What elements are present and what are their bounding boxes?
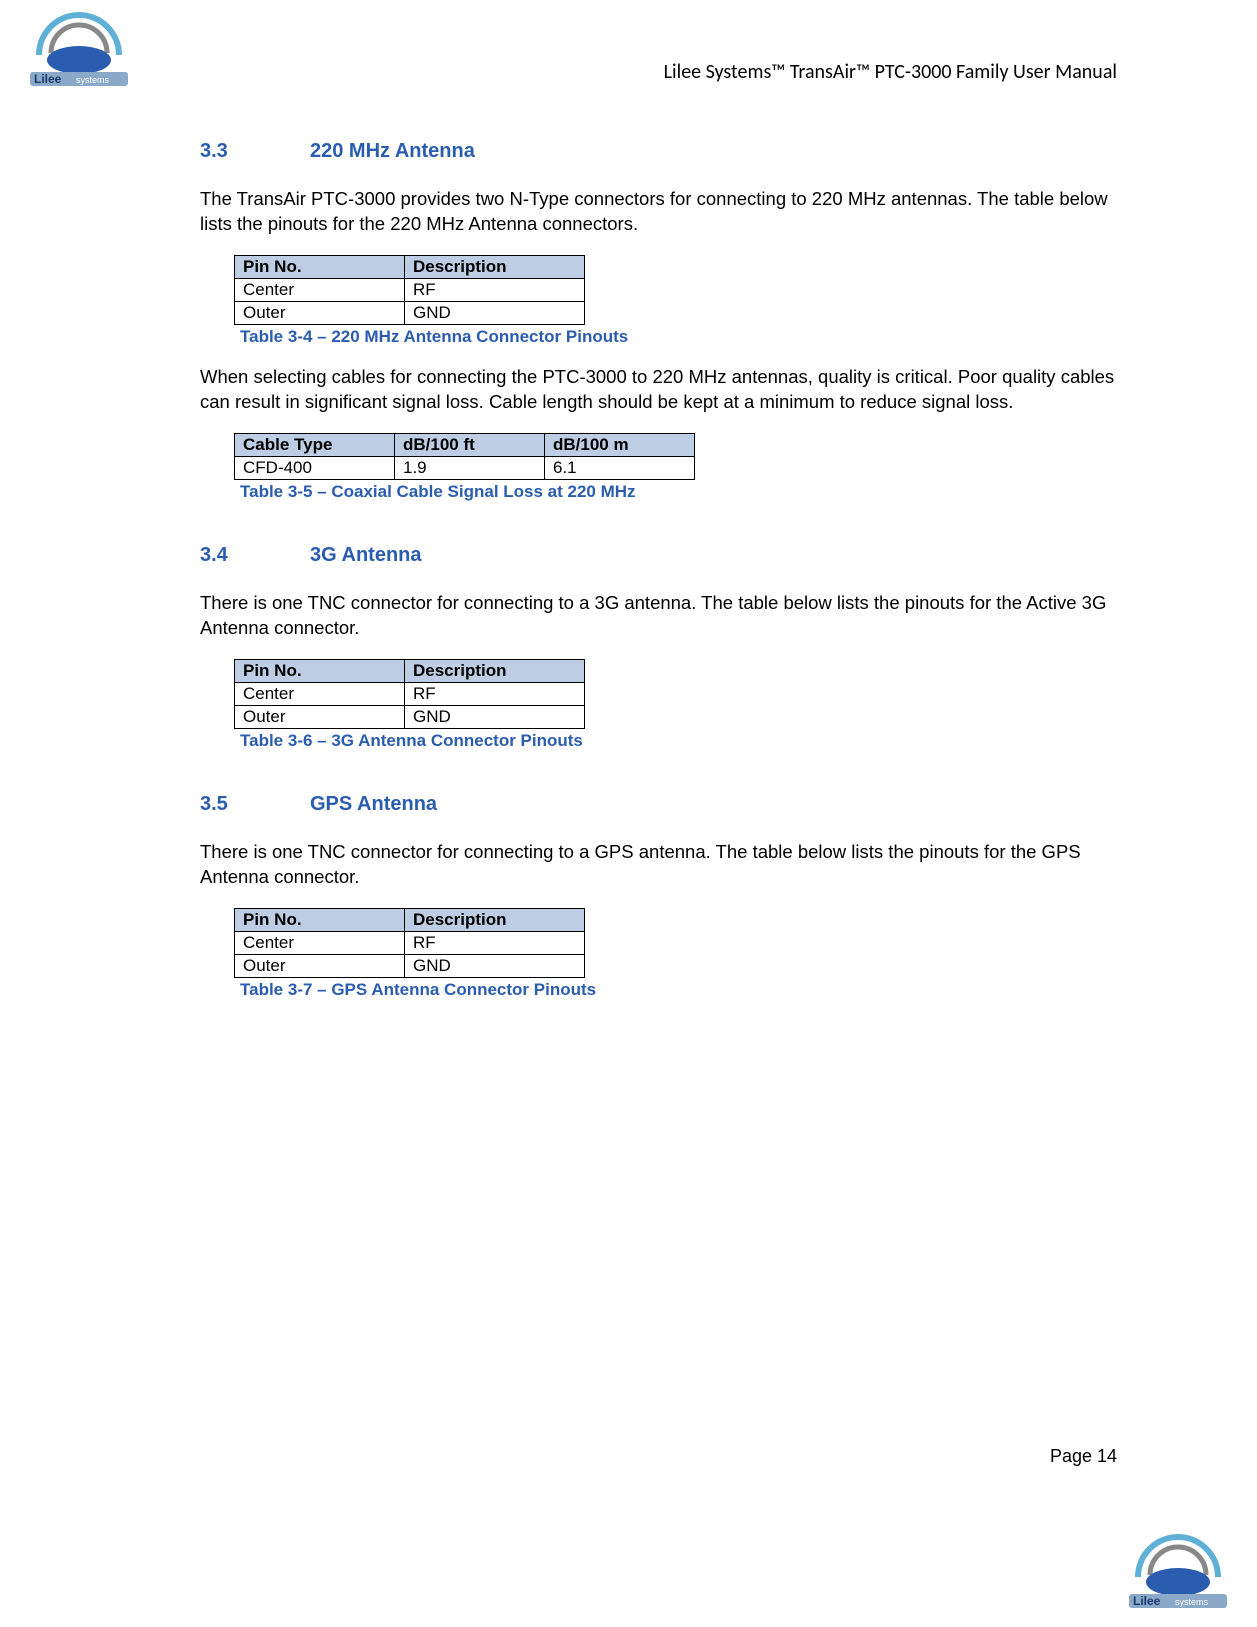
table-caption: Table 3-6 – 3G Antenna Connector Pinouts (240, 731, 1117, 751)
table-3-7: Pin No. Description Center RF Outer GND (234, 908, 585, 978)
cell: 1.9 (395, 456, 545, 479)
section-title: 3G Antenna (310, 544, 422, 566)
col-header: dB/100 m (545, 433, 695, 456)
cell: Center (235, 278, 405, 301)
table-3-6: Pin No. Description Center RF Outer GND (234, 659, 585, 729)
section-heading-3-4: 3.43G Antenna (200, 544, 1117, 567)
table-3-5-wrap: Cable Type dB/100 ft dB/100 m CFD-400 1.… (234, 433, 1117, 502)
table-caption: Table 3-5 – Coaxial Cable Signal Loss at… (240, 482, 1117, 502)
paragraph: There is one TNC connector for connectin… (200, 840, 1117, 890)
table-caption: Table 3-4 – 220 MHz Antenna Connector Pi… (240, 327, 1117, 347)
col-header: Cable Type (235, 433, 395, 456)
table-header-row: Cable Type dB/100 ft dB/100 m (235, 433, 695, 456)
col-header: Pin No. (235, 908, 405, 931)
antenna-icon: Lilee systems (1123, 1532, 1233, 1612)
cell: Outer (235, 705, 405, 728)
cell: Center (235, 682, 405, 705)
cell: RF (405, 682, 585, 705)
logo-text: Lilee (34, 72, 62, 86)
col-header: Pin No. (235, 255, 405, 278)
svg-text:Lilee: Lilee (1133, 1594, 1161, 1608)
svg-text:systems: systems (1175, 1597, 1209, 1607)
table-3-4: Pin No. Description Center RF Outer GND (234, 255, 585, 325)
antenna-icon: Lilee systems (24, 10, 134, 90)
cell: RF (405, 278, 585, 301)
cell: Outer (235, 301, 405, 324)
cell: CFD-400 (235, 456, 395, 479)
table-3-6-wrap: Pin No. Description Center RF Outer GND … (234, 659, 1117, 751)
col-header: Pin No. (235, 659, 405, 682)
logo-sub: systems (76, 75, 110, 85)
cell: GND (405, 954, 585, 977)
table-3-5: Cable Type dB/100 ft dB/100 m CFD-400 1.… (234, 433, 695, 480)
section-title: 220 MHz Antenna (310, 140, 475, 162)
table-header-row: Pin No. Description (235, 255, 585, 278)
paragraph: When selecting cables for connecting the… (200, 365, 1117, 415)
section-number: 3.3 (200, 140, 310, 163)
content: 3.3220 MHz Antenna The TransAir PTC-3000… (200, 140, 1117, 1000)
col-header: Description (405, 908, 585, 931)
paragraph: The TransAir PTC-3000 provides two N-Typ… (200, 187, 1117, 237)
cell: GND (405, 705, 585, 728)
section-heading-3-5: 3.5GPS Antenna (200, 793, 1117, 816)
table-row: Center RF (235, 278, 585, 301)
table-row: Outer GND (235, 301, 585, 324)
cell: GND (405, 301, 585, 324)
cell: Outer (235, 954, 405, 977)
section-number: 3.4 (200, 544, 310, 567)
table-3-4-wrap: Pin No. Description Center RF Outer GND … (234, 255, 1117, 347)
cell: Center (235, 931, 405, 954)
col-header: dB/100 ft (395, 433, 545, 456)
section-title: GPS Antenna (310, 793, 437, 815)
table-caption: Table 3-7 – GPS Antenna Connector Pinout… (240, 980, 1117, 1000)
brand-logo-bottom: Lilee systems (1123, 1532, 1233, 1617)
table-row: Outer GND (235, 705, 585, 728)
table-row: Outer GND (235, 954, 585, 977)
col-header: Description (405, 255, 585, 278)
table-header-row: Pin No. Description (235, 659, 585, 682)
brand-logo-top: Lilee systems (24, 10, 134, 95)
cell: RF (405, 931, 585, 954)
page: Lilee systems Lilee Systems™ TransAir™ P… (0, 0, 1257, 1627)
table-row: Center RF (235, 931, 585, 954)
table-row: CFD-400 1.9 6.1 (235, 456, 695, 479)
col-header: Description (405, 659, 585, 682)
section-heading-3-3: 3.3220 MHz Antenna (200, 140, 1117, 163)
cell: 6.1 (545, 456, 695, 479)
table-3-7-wrap: Pin No. Description Center RF Outer GND … (234, 908, 1117, 1000)
doc-title: Lilee Systems™ TransAir™ PTC-3000 Family… (664, 60, 1117, 84)
paragraph: There is one TNC connector for connectin… (200, 591, 1117, 641)
table-header-row: Pin No. Description (235, 908, 585, 931)
section-number: 3.5 (200, 793, 310, 816)
table-row: Center RF (235, 682, 585, 705)
page-number: Page 14 (1050, 1446, 1117, 1467)
